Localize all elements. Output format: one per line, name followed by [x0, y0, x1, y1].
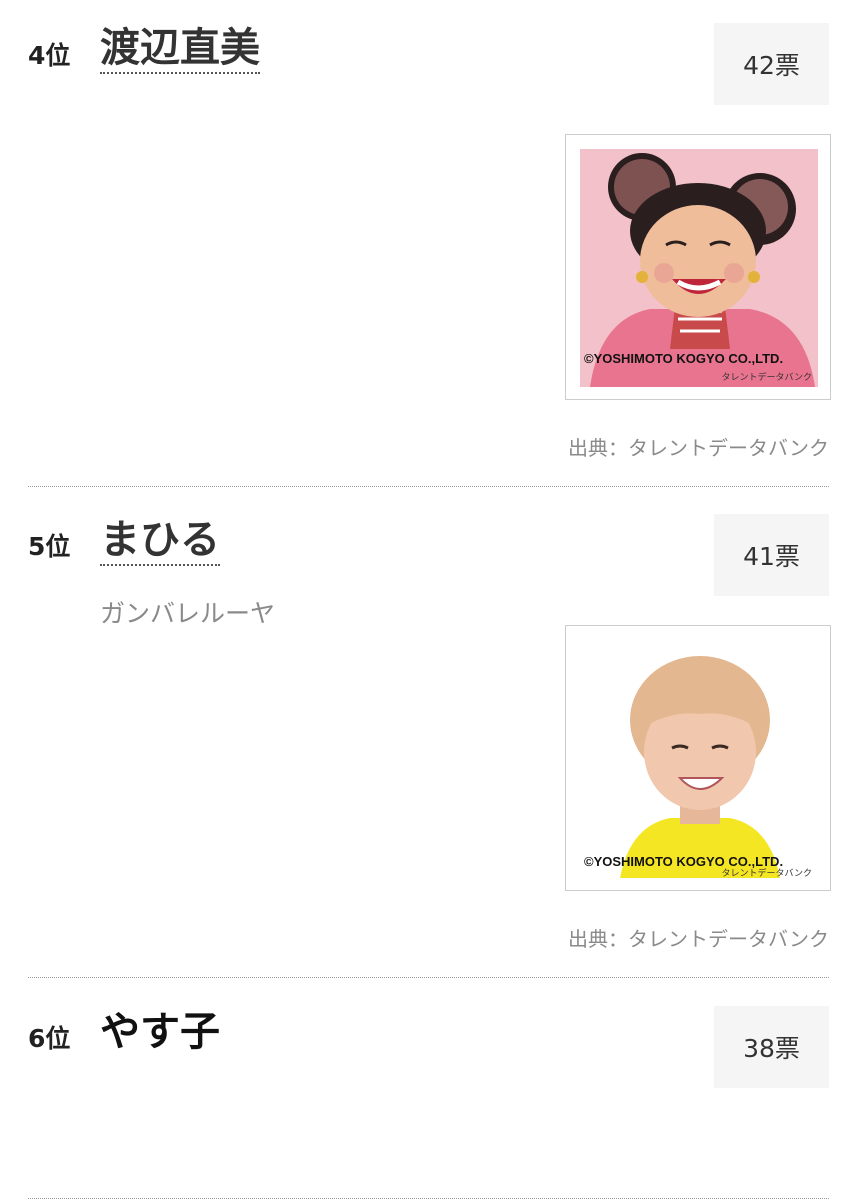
- vote-count-badge: 38票: [714, 1006, 829, 1088]
- photo-watermark: タレントデータバンク: [722, 867, 812, 878]
- vote-count-badge: 42票: [714, 23, 829, 105]
- photo-credit: 出典：タレントデータバンク: [568, 436, 829, 460]
- vote-count: 42票: [743, 51, 800, 80]
- talent-portrait-image: ©YOSHIMOTO KOGYO CO.,LTD. タレントデータバンク: [580, 640, 818, 878]
- photo-copyright: ©YOSHIMOTO KOGYO CO.,LTD.: [584, 854, 783, 869]
- photo-credit: 出典：タレントデータバンク: [568, 927, 829, 951]
- talent-name: やす子: [100, 1009, 220, 1055]
- talent-name-link[interactable]: まひる: [100, 518, 220, 566]
- rank-label: 5位: [28, 532, 71, 561]
- photo-copyright: ©YOSHIMOTO KOGYO CO.,LTD.: [584, 351, 783, 366]
- talent-name-link[interactable]: 渡辺直美: [100, 26, 260, 74]
- talent-photo[interactable]: ©YOSHIMOTO KOGYO CO.,LTD. タレントデータバンク: [565, 134, 831, 400]
- rank-label: 6位: [28, 1024, 71, 1053]
- entry-divider: [28, 1198, 829, 1199]
- group-name: ガンバレルーヤ: [100, 599, 276, 628]
- vote-count: 41票: [743, 542, 800, 571]
- entry-divider: [28, 486, 829, 487]
- talent-photo[interactable]: ©YOSHIMOTO KOGYO CO.,LTD. タレントデータバンク: [565, 625, 831, 891]
- rank-label: 4位: [28, 41, 71, 70]
- photo-watermark: タレントデータバンク: [722, 371, 812, 383]
- entry-divider: [28, 977, 829, 978]
- vote-count-badge: 41票: [714, 514, 829, 596]
- vote-count: 38票: [743, 1034, 800, 1063]
- talent-portrait-image: ©YOSHIMOTO KOGYO CO.,LTD. タレントデータバンク: [580, 149, 818, 387]
